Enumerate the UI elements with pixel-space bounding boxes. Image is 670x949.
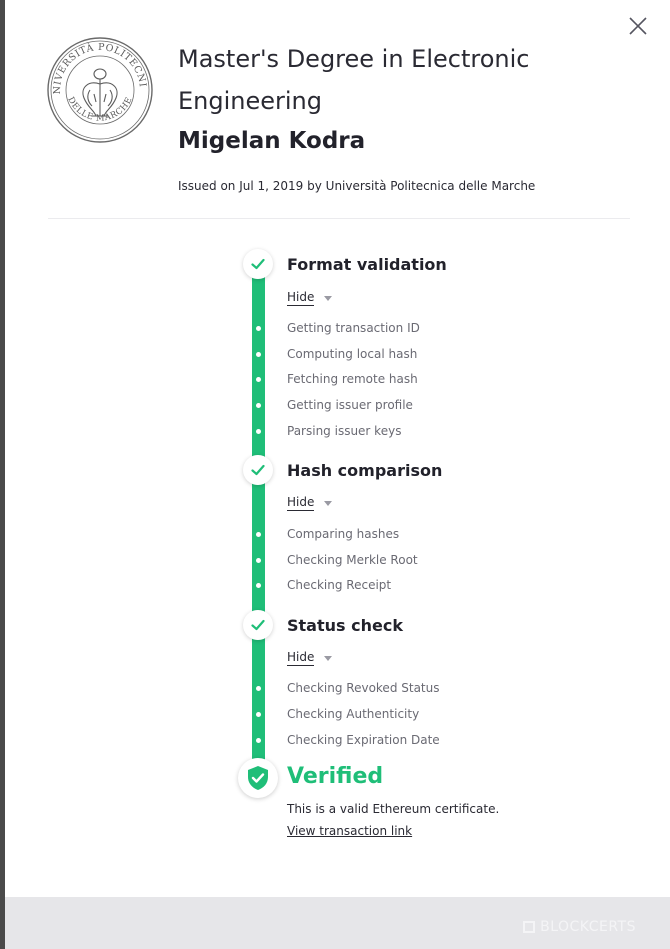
verified-badge xyxy=(238,758,278,798)
step-title-status-check: Status check xyxy=(287,616,403,635)
substep-item: Checking Receipt xyxy=(287,578,392,592)
substep-item: Checking Expiration Date xyxy=(287,733,440,747)
substep-item: Computing local hash xyxy=(287,347,418,361)
footer-brand: BLOCKCERTS xyxy=(523,919,636,935)
step-3-check xyxy=(243,610,273,640)
substep-item: Parsing issuer keys xyxy=(287,424,402,438)
close-icon xyxy=(629,17,647,35)
step-1-hide-toggle[interactable]: Hide xyxy=(287,290,333,306)
substep-dot xyxy=(256,558,261,563)
shield-check-icon xyxy=(248,766,268,790)
check-icon xyxy=(251,619,265,631)
substep-dot xyxy=(256,326,261,331)
substep-item: Checking Authenticity xyxy=(287,707,420,721)
substep-item: Comparing hashes xyxy=(287,527,400,541)
verified-message: This is a valid Ethereum certificate. xyxy=(287,802,500,816)
caret-down-icon xyxy=(324,500,333,506)
footer-bar: BLOCKCERTS xyxy=(5,897,670,949)
hide-label: Hide xyxy=(287,290,315,306)
close-button[interactable] xyxy=(626,14,650,38)
substep-dot xyxy=(256,352,261,357)
substep-dot xyxy=(256,429,261,434)
substep-dot xyxy=(256,377,261,382)
substep-item: Getting issuer profile xyxy=(287,398,413,412)
blockcerts-logo-icon xyxy=(523,921,536,933)
step-2-check xyxy=(243,455,273,485)
substep-item: Getting transaction ID xyxy=(287,321,420,335)
recipient-name: Migelan Kodra xyxy=(178,128,366,154)
substep-dot xyxy=(256,583,261,588)
hide-label: Hide xyxy=(287,495,315,511)
check-icon xyxy=(251,464,265,476)
step-title-format-validation: Format validation xyxy=(287,255,447,274)
step-2-hide-toggle[interactable]: Hide xyxy=(287,495,333,511)
substep-item: Fetching remote hash xyxy=(287,372,418,386)
substep-dot xyxy=(256,686,261,691)
university-seal-logo: UNIVERSITÀ POLITECNICA DELLE MARCHE xyxy=(41,28,154,144)
caret-down-icon xyxy=(324,295,333,301)
view-transaction-link[interactable]: View transaction link xyxy=(287,824,412,838)
issued-info: Issued on Jul 1, 2019 by Università Poli… xyxy=(178,179,536,193)
hide-label: Hide xyxy=(287,650,315,666)
substep-dot xyxy=(256,532,261,537)
check-icon xyxy=(251,258,265,270)
caret-down-icon xyxy=(324,655,333,661)
header-divider xyxy=(48,218,630,219)
substep-dot xyxy=(256,712,261,717)
substep-dot xyxy=(256,403,261,408)
verified-title: Verified xyxy=(287,764,384,789)
verification-progress-rail xyxy=(252,260,265,775)
footer-brand-text: BLOCKCERTS xyxy=(540,919,636,935)
window-left-edge xyxy=(0,0,5,949)
degree-title: Master's Degree in Electronic Engineerin… xyxy=(178,45,530,115)
substep-dot xyxy=(256,738,261,743)
step-3-hide-toggle[interactable]: Hide xyxy=(287,650,333,666)
substep-item: Checking Revoked Status xyxy=(287,681,440,695)
step-title-hash-comparison: Hash comparison xyxy=(287,461,443,480)
substep-item: Checking Merkle Root xyxy=(287,553,418,567)
step-1-check xyxy=(243,249,273,279)
